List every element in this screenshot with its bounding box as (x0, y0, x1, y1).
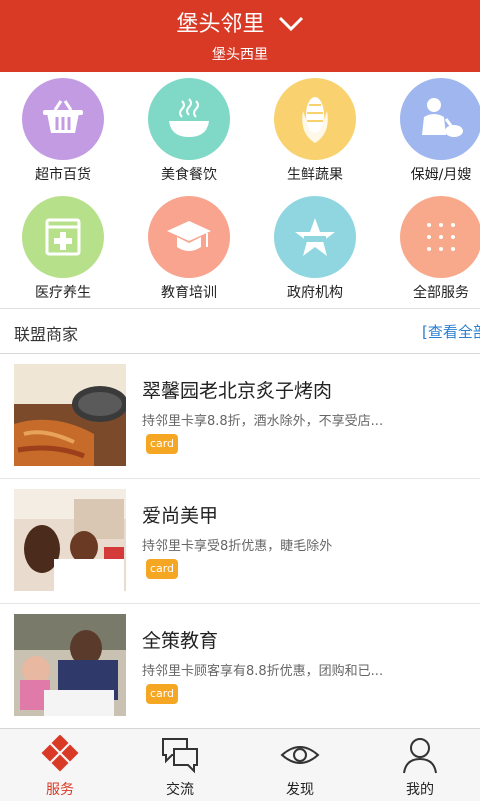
tab-service[interactable]: 服务 (0, 729, 120, 801)
category-label: 超市百货 (35, 167, 91, 183)
category-label: 生鲜蔬果 (287, 167, 343, 183)
merchants-section-header: 联盟商家 [查看全部 (0, 308, 480, 355)
category-label: 政府机构 (287, 285, 343, 301)
list-item[interactable]: 翠馨园老北京炙子烤肉 持邻里卡享8.8折，酒水除外，不享受店... card (0, 354, 480, 479)
eye-icon (280, 735, 320, 775)
category-fresh[interactable]: 生鲜蔬果 (260, 72, 370, 190)
graduation-cap-icon (148, 196, 230, 278)
community-subtitle: 堡头西里 (212, 47, 268, 63)
tab-mine[interactable]: 我的 (360, 729, 480, 801)
merchant-thumbnail (14, 614, 126, 716)
category-government[interactable]: 政府机构 (260, 190, 370, 308)
list-item[interactable]: 全策教育 持邻里卡顾客享有8.8折优惠，团购和已... card (0, 604, 480, 729)
chat-bubbles-icon (160, 735, 200, 775)
community-title[interactable]: 堡头邻里 (176, 12, 264, 37)
bowl-icon (148, 78, 230, 160)
tab-label: 我的 (406, 782, 434, 798)
category-all-services[interactable]: 全部服务 (386, 190, 480, 308)
merchant-name: 全策教育 (142, 630, 219, 652)
category-label: 美食餐饮 (161, 167, 217, 183)
merchant-desc: 持邻里卡享受8折优惠，睫毛除外 (142, 539, 333, 554)
community-selector[interactable]: 堡头邻里 (0, 6, 480, 38)
list-item[interactable]: 爱尚美甲 持邻里卡享受8折优惠，睫毛除外 card (0, 479, 480, 604)
corn-icon (274, 78, 356, 160)
section-title: 联盟商家 (14, 325, 79, 344)
merchant-thumbnail (14, 489, 126, 591)
category-housekeeping[interactable]: 保姆/月嫂 (386, 72, 480, 190)
chevron-down-icon[interactable] (278, 13, 304, 38)
view-all-link[interactable]: [查看全部 (422, 321, 480, 342)
housekeeper-icon (400, 78, 480, 160)
tab-chat[interactable]: 交流 (120, 729, 240, 801)
service-blocks-icon (40, 734, 80, 775)
card-badge: card (146, 559, 178, 579)
user-icon (400, 735, 440, 775)
category-label: 保姆/月嫂 (410, 167, 472, 183)
category-education[interactable]: 教育培训 (134, 190, 244, 308)
header-bar: 堡头邻里 堡头西里 (0, 0, 480, 72)
merchant-desc: 持邻里卡享8.8折，酒水除外，不享受店... (142, 414, 384, 429)
bottom-tab-bar: 服务 交流 发现 我的 (0, 728, 480, 801)
government-star-icon (274, 196, 356, 278)
category-label: 全部服务 (413, 285, 469, 301)
category-grid: 超市百货 美食餐饮 生鲜蔬果 保姆/月嫂 医疗养生 教育培训 政府机构 全部服务 (0, 72, 480, 308)
tab-label: 交流 (166, 782, 194, 798)
category-label: 教育培训 (161, 285, 217, 301)
category-label: 医疗养生 (35, 285, 91, 301)
medical-cross-icon (22, 196, 104, 278)
category-food[interactable]: 美食餐饮 (134, 72, 244, 190)
merchant-name: 爱尚美甲 (142, 505, 219, 527)
tab-discover[interactable]: 发现 (240, 729, 360, 801)
merchant-thumbnail (14, 364, 126, 466)
category-supermarket[interactable]: 超市百货 (8, 72, 118, 190)
tab-label: 发现 (286, 782, 314, 798)
category-medical[interactable]: 医疗养生 (8, 190, 118, 308)
card-badge: card (146, 684, 178, 704)
card-badge: card (146, 434, 178, 454)
grid-dots-icon (400, 196, 480, 278)
merchant-desc: 持邻里卡顾客享有8.8折优惠，团购和已... (142, 664, 384, 679)
tab-label: 服务 (46, 782, 74, 798)
merchant-name: 翠馨园老北京炙子烤肉 (142, 380, 333, 402)
basket-icon (22, 78, 104, 160)
